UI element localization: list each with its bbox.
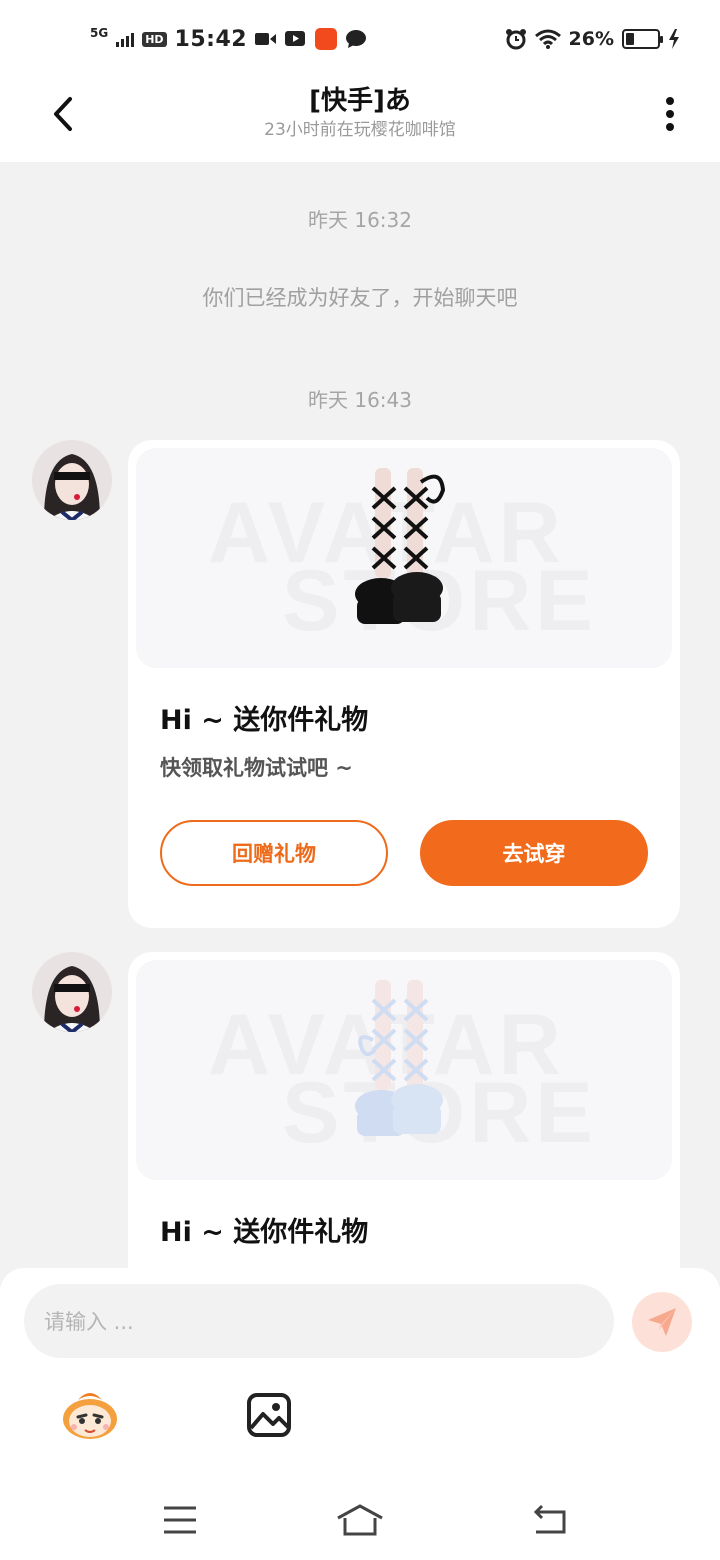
- back-button[interactable]: [40, 90, 88, 138]
- message-input[interactable]: 请输入 ...: [24, 1284, 614, 1358]
- image-icon: [247, 1393, 291, 1437]
- avatar-photo: [32, 440, 112, 520]
- signal-icon: [116, 31, 135, 47]
- charging-icon: [669, 29, 679, 49]
- card-description: 快领取礼物试试吧 ~: [160, 756, 353, 780]
- menu-icon: [164, 1506, 196, 1534]
- alarm-icon: [505, 29, 526, 50]
- more-button[interactable]: [646, 90, 694, 138]
- status-time: 15:42: [174, 26, 248, 52]
- menu-button[interactable]: [156, 1500, 204, 1540]
- shoe-image: [355, 980, 443, 1136]
- timestamp: 昨天 16:32: [308, 208, 412, 232]
- shoe-image: [355, 468, 446, 624]
- avatar[interactable]: [32, 440, 112, 520]
- back-nav-icon: [533, 1504, 566, 1534]
- emoji-mascot-icon: [63, 1393, 117, 1439]
- home-button[interactable]: [336, 1500, 384, 1540]
- send-icon: [648, 1308, 676, 1336]
- try-on-button[interactable]: 去试穿: [420, 820, 648, 886]
- gift-card[interactable]: AVATAR STORE Hi ~ 送你件礼物: [128, 952, 680, 1268]
- status-bar: 5G HD 15:42 26%: [0, 0, 720, 78]
- video-icon: [255, 33, 277, 45]
- video-play-icon: [285, 31, 306, 46]
- battery-icon: [622, 29, 663, 49]
- chat-header: [快手]あ 23小时前在玩樱花咖啡馆: [0, 78, 720, 162]
- message-icon: [346, 30, 367, 48]
- avatar[interactable]: [32, 952, 112, 1032]
- system-message: 你们已经成为好友了，开始聊天吧: [202, 286, 518, 310]
- back-nav-button[interactable]: [524, 1500, 572, 1540]
- gift-back-button[interactable]: 回赠礼物: [160, 820, 388, 886]
- emoji-button[interactable]: [60, 1386, 120, 1442]
- image-button[interactable]: [246, 1392, 294, 1438]
- input-panel: 请输入 ...: [0, 1268, 720, 1488]
- timestamp: 昨天 16:43: [308, 388, 412, 412]
- more-icon: [666, 97, 674, 131]
- gift-image: AVATAR STORE: [136, 448, 672, 668]
- hd-badge: HD: [142, 31, 167, 47]
- battery-percent: 26%: [568, 28, 614, 50]
- network-type: 5G: [90, 26, 109, 40]
- home-icon: [337, 1504, 383, 1536]
- app-icon: [315, 28, 338, 50]
- gift-image: AVATAR STORE: [136, 960, 672, 1180]
- page-subtitle: 23小时前在玩樱花咖啡馆: [264, 120, 456, 140]
- chat-area[interactable]: 昨天 16:32 你们已经成为好友了，开始聊天吧 昨天 16:43 AVATAR…: [0, 162, 720, 1268]
- battery-fill: [626, 33, 634, 45]
- status-left: 5G HD 15:42: [90, 24, 367, 54]
- status-right: 26%: [505, 24, 680, 54]
- back-icon: [54, 97, 72, 131]
- page-title: [快手]あ: [309, 86, 411, 116]
- avatar-photo: [32, 952, 112, 1032]
- wifi-icon: [534, 29, 561, 49]
- send-button[interactable]: [632, 1292, 692, 1352]
- card-title: Hi ~ 送你件礼物: [160, 1217, 369, 1248]
- gift-card[interactable]: AVATAR STORE Hi ~ 送你件礼物 快领取礼物试试吧 ~ 回赠礼物 …: [128, 440, 680, 928]
- card-title: Hi ~ 送你件礼物: [160, 705, 369, 736]
- title-wrap: [快手]あ 23小时前在玩樱花咖啡馆: [160, 84, 560, 142]
- navigation-bar: [0, 1488, 720, 1560]
